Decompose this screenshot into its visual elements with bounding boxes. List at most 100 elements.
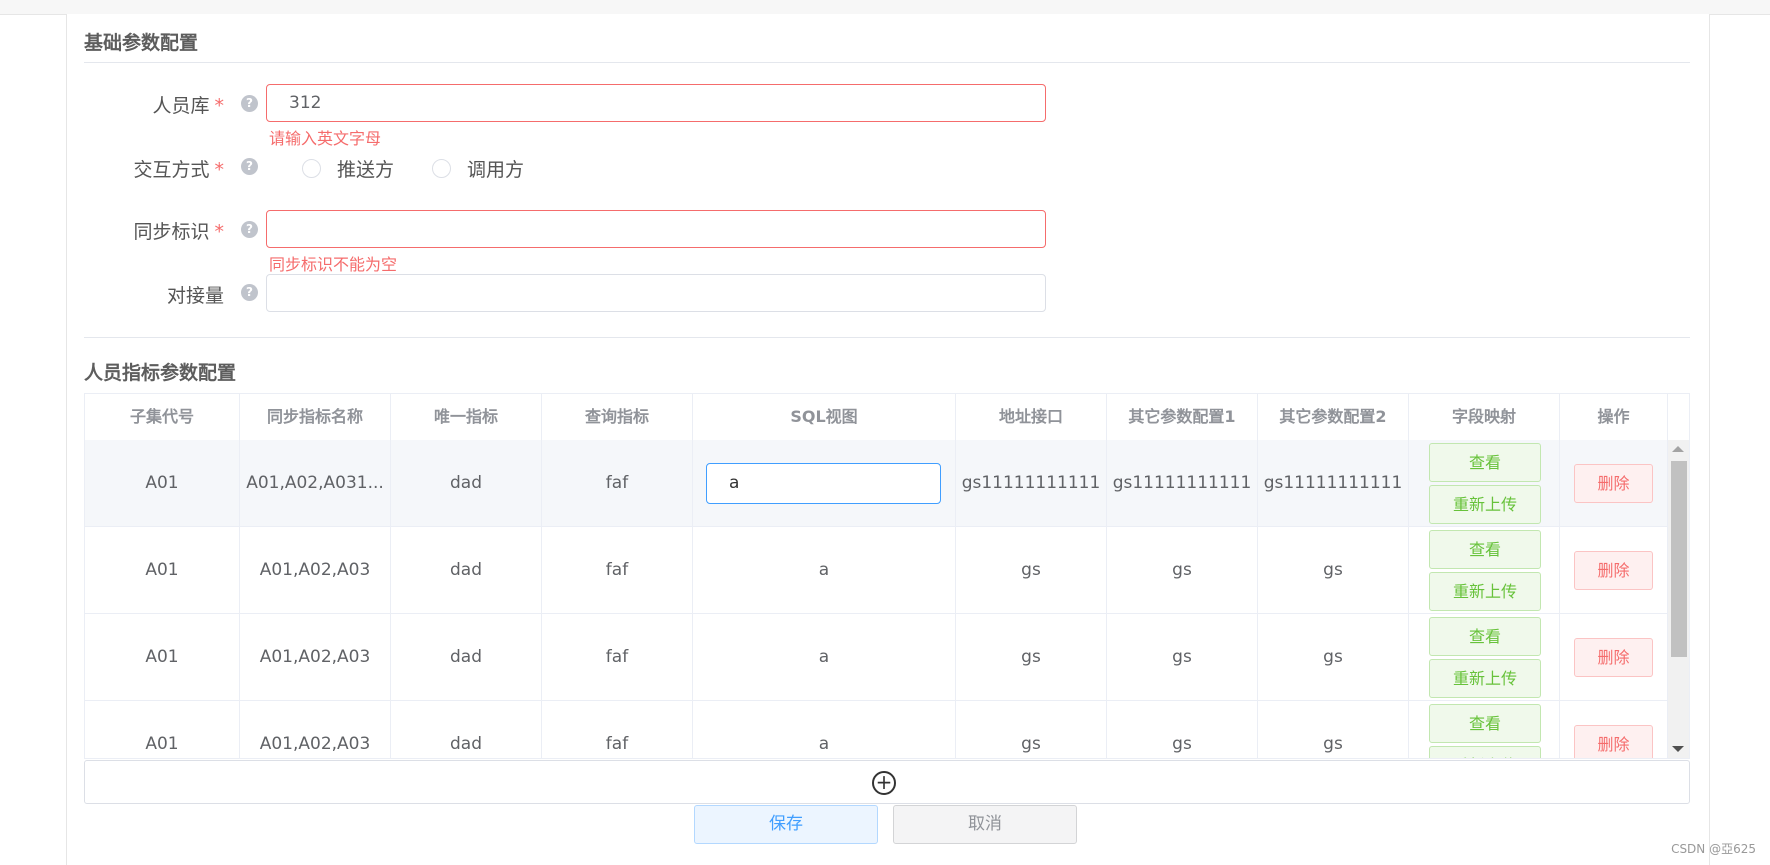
col-header: 字段映射 <box>1409 394 1560 440</box>
cell-subset: A01 <box>85 527 240 614</box>
required-mark: * <box>214 95 225 117</box>
table-row[interactable]: A01 A01,A02,A03 dad faf a gs gs gs 查看 重新… <box>85 701 1668 758</box>
personnel-db-input[interactable]: 312 <box>266 84 1046 122</box>
cell-other1: gs11111111111 <box>1107 440 1258 527</box>
sync-id-input[interactable] <box>266 210 1046 248</box>
add-row-bar[interactable]: + <box>84 760 1690 804</box>
cell-query: faf <box>542 527 693 614</box>
personnel-db-error: 请输入英文字母 <box>269 129 382 148</box>
cell-subset: A01 <box>85 701 240 758</box>
cell-address: gs11111111111 <box>956 440 1107 527</box>
cell-unique: dad <box>391 527 542 614</box>
cell-unique: dad <box>391 614 542 701</box>
cell-sql: a <box>693 440 956 527</box>
cell-actions: 删除 <box>1560 614 1668 701</box>
watermark: CSDN @亞625 <box>1671 842 1756 856</box>
cell-sync-name: A01,A02,A03 <box>240 701 391 758</box>
cell-mapping: 查看 重新上传 <box>1409 701 1560 758</box>
question-circle-icon[interactable]: ? <box>241 221 258 238</box>
sync-id-error: 同步标识不能为空 <box>269 255 398 274</box>
section-divider <box>84 337 1690 338</box>
cell-actions: 删除 <box>1560 440 1668 527</box>
col-header: 其它参数配置1 <box>1107 394 1258 440</box>
cell-unique: dad <box>391 440 542 527</box>
save-button[interactable]: 保存 <box>694 805 878 844</box>
plus-circle-icon[interactable]: + <box>872 771 896 795</box>
section-divider <box>84 62 1690 63</box>
basic-section-title: 基础参数配置 <box>84 32 199 54</box>
reupload-button[interactable]: 重新上传 <box>1429 746 1541 758</box>
cell-mapping: 查看 重新上传 <box>1409 440 1560 527</box>
sync-id-label: 同步标识 * <box>133 221 225 243</box>
cell-other1: gs <box>1107 527 1258 614</box>
radio-circle[interactable] <box>302 159 321 178</box>
view-button[interactable]: 查看 <box>1429 704 1541 743</box>
delete-button[interactable]: 删除 <box>1574 725 1653 758</box>
cell-unique: dad <box>391 701 542 758</box>
view-button[interactable]: 查看 <box>1429 443 1541 482</box>
indicator-table: 子集代号 同步指标名称 唯一指标 查询指标 SQL视图 地址接口 其它参数配置1… <box>84 393 1690 759</box>
scroll-thumb[interactable] <box>1671 461 1687 657</box>
personnel-db-label: 人员库 * <box>152 95 225 117</box>
cell-query: faf <box>542 440 693 527</box>
cell-mapping: 查看 重新上传 <box>1409 527 1560 614</box>
required-mark: * <box>214 159 225 181</box>
cell-mapping: 查看 重新上传 <box>1409 614 1560 701</box>
cell-actions: 删除 <box>1560 527 1668 614</box>
cancel-button[interactable]: 取消 <box>893 805 1077 844</box>
table-row[interactable]: A01 A01,A02,A031... dad faf a gs11111111… <box>85 440 1668 527</box>
table-header: 子集代号 同步指标名称 唯一指标 查询指标 SQL视图 地址接口 其它参数配置1… <box>85 394 1689 441</box>
radio-circle[interactable] <box>432 159 451 178</box>
cell-sql: a <box>693 701 956 758</box>
indicator-section-title: 人员指标参数配置 <box>84 362 237 384</box>
cell-sync-name: A01,A02,A031... <box>240 440 391 527</box>
scroll-up-arrow-icon[interactable] <box>1672 446 1684 452</box>
cell-other2: gs <box>1258 701 1409 758</box>
question-circle-icon[interactable]: ? <box>241 158 258 175</box>
scroll-down-arrow-icon[interactable] <box>1672 746 1684 752</box>
delete-button[interactable]: 删除 <box>1574 464 1653 503</box>
col-header: 子集代号 <box>85 394 240 440</box>
cell-actions: 删除 <box>1560 701 1668 758</box>
table-scrollbar[interactable] <box>1667 440 1689 758</box>
required-mark: * <box>214 221 225 243</box>
cell-address: gs <box>956 701 1107 758</box>
table-row[interactable]: A01 A01,A02,A03 dad faf a gs gs gs 查看 重新… <box>85 527 1668 614</box>
reupload-button[interactable]: 重新上传 <box>1429 485 1541 524</box>
col-header: 操作 <box>1560 394 1668 440</box>
docking-label: 对接量 <box>166 285 224 307</box>
radio-push[interactable]: 推送方 <box>302 155 394 182</box>
cell-other1: gs <box>1107 701 1258 758</box>
question-circle-icon[interactable]: ? <box>241 95 258 112</box>
top-bar <box>0 0 1770 15</box>
cell-other2: gs <box>1258 614 1409 701</box>
cell-address: gs <box>956 527 1107 614</box>
cell-other2: gs <box>1258 527 1409 614</box>
cell-address: gs <box>956 614 1107 701</box>
cell-subset: A01 <box>85 440 240 527</box>
reupload-button[interactable]: 重新上传 <box>1429 572 1541 611</box>
cell-query: faf <box>542 701 693 758</box>
cell-sync-name: A01,A02,A03 <box>240 614 391 701</box>
delete-button[interactable]: 删除 <box>1574 551 1653 590</box>
reupload-button[interactable]: 重新上传 <box>1429 659 1541 698</box>
question-circle-icon[interactable]: ? <box>241 284 258 301</box>
cell-sql: a <box>693 527 956 614</box>
col-header: 其它参数配置2 <box>1258 394 1409 440</box>
interaction-label: 交互方式 * <box>133 159 225 181</box>
docking-input[interactable] <box>266 274 1046 312</box>
cell-other2: gs11111111111 <box>1258 440 1409 527</box>
radio-call[interactable]: 调用方 <box>432 155 524 182</box>
col-header: 同步指标名称 <box>240 394 391 440</box>
col-header: 查询指标 <box>542 394 693 440</box>
sql-textarea[interactable]: a <box>706 463 941 504</box>
cell-other1: gs <box>1107 614 1258 701</box>
table-row[interactable]: A01 A01,A02,A03 dad faf a gs gs gs 查看 重新… <box>85 614 1668 701</box>
cell-query: faf <box>542 614 693 701</box>
view-button[interactable]: 查看 <box>1429 617 1541 656</box>
col-header: SQL视图 <box>693 394 956 440</box>
col-header: 地址接口 <box>956 394 1107 440</box>
view-button[interactable]: 查看 <box>1429 530 1541 569</box>
delete-button[interactable]: 删除 <box>1574 638 1653 677</box>
cell-subset: A01 <box>85 614 240 701</box>
